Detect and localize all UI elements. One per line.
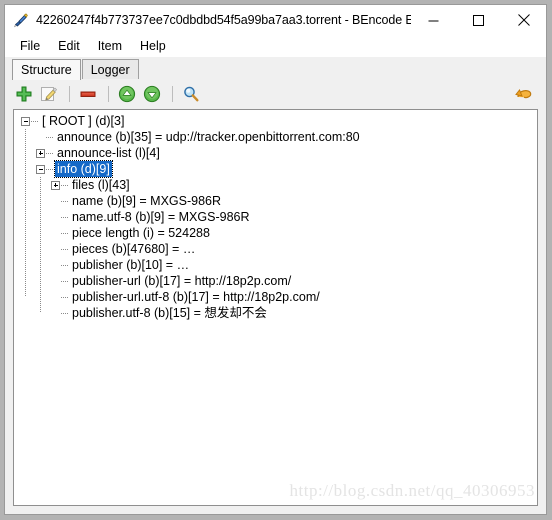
tree-row-label: pieces (b)[47680] = … [72,242,196,256]
bencode-editor-window: 42260247f4b773737ee7c0dbdbd54f5a99ba7aa3… [4,4,547,515]
tree-row[interactable]: files (l)[43] [14,177,537,193]
close-button[interactable] [501,5,546,35]
menu-item[interactable]: Item [89,37,131,56]
tree-connector [61,296,69,298]
tree-row-label: publisher.utf-8 (b)[15] = 想发却不会 [72,306,267,320]
tree-row-label: files (l)[43] [72,178,130,192]
collapse-icon[interactable] [21,116,30,126]
tree-connector [46,168,54,170]
tree-row[interactable]: publisher.utf-8 (b)[15] = 想发却不会 [14,305,537,321]
title-bar: 42260247f4b773737ee7c0dbdbd54f5a99ba7aa3… [5,5,546,35]
expand-icon[interactable] [51,180,60,190]
tree-row-label-selected: info (d)[9] [54,160,113,178]
collapse-icon[interactable] [36,164,45,174]
tree-connector [61,248,69,250]
green-down-arrow-icon [143,85,161,103]
delete-item-button[interactable] [77,83,99,105]
tree-row[interactable]: publisher (b)[10] = … [14,257,537,273]
move-up-button[interactable] [116,83,138,105]
maximize-button[interactable] [456,5,501,35]
tree-row-label: publisher (b)[10] = … [72,258,190,272]
tree-connector [61,184,69,186]
watermark-text: http://blog.csdn.net/qq_40306953 [289,481,535,500]
tree-connector [61,232,69,234]
minimize-button[interactable] [411,5,456,35]
tab-structure[interactable]: Structure [12,59,81,80]
tree-connector [61,312,69,314]
tree-connector [46,152,54,154]
toolbar-separator-1 [69,86,70,102]
undo-button[interactable] [514,83,536,105]
tree-row-label: announce-list (l)[4] [57,146,160,160]
toolbar-separator-3 [172,86,173,102]
green-up-arrow-icon [118,85,136,103]
tree-row[interactable]: announce-list (l)[4] [14,145,537,161]
window-controls [411,5,546,35]
tree-row[interactable]: name (b)[9] = MXGS-986R [14,193,537,209]
tree-row[interactable]: publisher-url (b)[17] = http://18p2p.com… [14,273,537,289]
tree-row-label: name.utf-8 (b)[9] = MXGS-986R [72,210,250,224]
tab-logger[interactable]: Logger [81,59,139,80]
orange-undo-arrow-icon [515,89,532,99]
structure-tree[interactable]: [ ROOT ] (d)[3] announce (b)[35] = udp://… [13,109,538,506]
tree-row-label: announce (b)[35] = udp://tracker.openbit… [57,130,360,144]
tree-connector [61,264,69,266]
edit-item-button[interactable] [38,83,60,105]
tree-row-label: publisher-url (b)[17] = http://18p2p.com… [72,274,292,288]
tree-connector [61,216,69,218]
tree-row[interactable]: name.utf-8 (b)[9] = MXGS-986R [14,209,537,225]
menu-bar: File Edit Item Help [5,35,546,57]
tree-row-label: piece length (i) = 524288 [72,226,210,240]
pencil-edit-icon [41,87,58,101]
tree-row-label: [ ROOT ] (d)[3] [42,114,125,128]
tree-row[interactable]: publisher-url.utf-8 (b)[17] = http://18p… [14,289,537,305]
tree-row[interactable]: pieces (b)[47680] = … [14,241,537,257]
window-title: 42260247f4b773737ee7c0dbdbd54f5a99ba7aa3… [36,13,438,27]
tree-connector [61,280,69,282]
tree-connector [61,200,69,202]
search-button[interactable] [180,83,202,105]
move-down-button[interactable] [141,83,163,105]
tree-row[interactable]: [ ROOT ] (d)[3] [14,113,537,129]
add-item-button[interactable] [13,83,35,105]
toolbar-separator-2 [108,86,109,102]
tree-connector [46,136,54,138]
tab-strip: Structure Logger [5,57,546,80]
structure-panel-wrap: [ ROOT ] (d)[3] announce (b)[35] = udp://… [5,109,546,514]
magnifier-icon [184,86,199,102]
expand-icon[interactable] [36,148,45,158]
tree-guide-line [25,129,26,297]
red-minus-icon [80,91,96,97]
torrent-file-icon [13,12,29,28]
tree-row[interactable]: piece length (i) = 524288 [14,225,537,241]
green-plus-icon [16,86,32,102]
toolbar [5,79,546,109]
menu-help[interactable]: Help [131,37,175,56]
tree-row[interactable]: info (d)[9] [14,160,537,178]
tree-connector [31,120,39,122]
menu-file[interactable]: File [11,37,49,56]
tree-guide-line [40,177,41,313]
tree-row-label: name (b)[9] = MXGS-986R [72,194,222,208]
tree-row[interactable]: announce (b)[35] = udp://tracker.openbit… [14,129,537,145]
tree-row-label: publisher-url.utf-8 (b)[17] = http://18p… [72,290,320,304]
menu-edit[interactable]: Edit [49,37,89,56]
